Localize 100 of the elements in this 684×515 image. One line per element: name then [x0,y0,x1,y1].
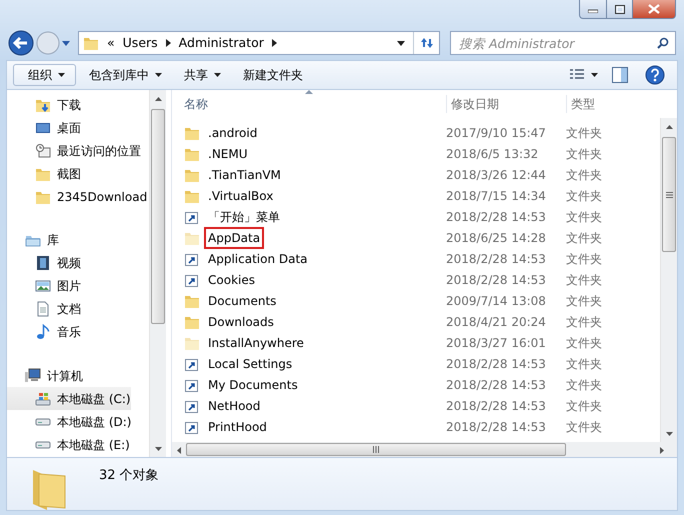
date-cell-text: 2018/3/26 12:44 [446,166,547,184]
chevron-right-icon [166,39,171,47]
file-name[interactable]: .NEMU [204,142,252,164]
date-cell-text: 2018/4/21 20:24 [446,314,547,330]
caret-icon [591,73,598,77]
nav-item[interactable]: 音乐 [7,320,81,344]
nav-item[interactable]: 2345Download [7,185,148,208]
maximize-button[interactable] [606,0,632,19]
file-name[interactable]: NetHood [204,394,264,416]
type-cell-text: 文件夹 [566,398,602,414]
file-name[interactable]: 「开始」菜单 [204,206,284,228]
type-cell-text: 文件夹 [566,292,602,310]
file-name[interactable]: Local Settings [204,352,296,374]
scrollbar-thumb[interactable] [151,109,165,324]
type-cell-text: 文件夹 [566,314,602,330]
date-cell-text: 2009/7/14 13:08 [446,292,547,310]
down-arrow-icon [666,432,672,436]
help-button[interactable] [645,65,665,85]
breadcrumb[interactable]: Users [118,34,162,52]
chevron-right-icon [272,39,277,47]
down-arrow-icon [154,446,162,450]
music-note-icon [35,324,51,340]
type-cell-text: 文件夹 [566,166,602,184]
date-cell-text: 2017/9/10 15:47 [446,124,547,142]
up-arrow-icon [154,96,162,100]
file-name[interactable]: My Documents [204,374,302,396]
nav-item[interactable]: 桌面 [7,116,148,139]
type-cell-text: 文件夹 [566,272,602,288]
type-cell-text: 文件夹 [566,230,602,246]
system-drive-icon [35,390,51,407]
nav-item[interactable]: 计算机 [7,364,132,388]
nav-item[interactable]: 本地磁盘 (E:) [7,433,132,456]
close-icon [648,4,660,14]
minimize-button[interactable] [579,0,606,19]
search-field[interactable]: 搜索 Administrator [450,31,676,55]
date-cell-text: 2018/2/28 14:53 [446,356,547,372]
file-name[interactable]: Downloads [204,310,278,332]
file-name[interactable]: .TianTianVM [204,164,285,186]
date-cell-text: 2018/6/25 14:28 [446,230,547,246]
toolbar-button[interactable]: 组织 [13,64,76,86]
grip-icon [666,192,672,198]
breadcrumb[interactable]: Administrator [174,34,268,52]
toolbar-button[interactable]: 共享 [175,64,230,86]
item-count: 32 个对象 [99,467,159,485]
breadcrumb-overflow[interactable]: « [103,34,119,52]
preview-pane-button[interactable] [611,66,629,84]
drive-icon [35,418,51,426]
film-icon [35,255,51,272]
file-name[interactable]: PrintHood [204,416,271,438]
file-name[interactable]: .android [204,122,262,144]
maximize-icon [614,4,624,14]
toolbar-button[interactable]: 包含到库中 [80,64,171,86]
back-button[interactable] [8,30,34,56]
file-name[interactable]: InstallAnywhere [204,332,308,354]
column-header[interactable]: 类型 [566,95,595,113]
date-cell-text: 2018/7/15 14:34 [446,188,547,204]
date-cell-text: 2018/3/27 16:01 [446,334,547,352]
nav-item[interactable]: 视频 [7,252,81,275]
type-cell-text: 文件夹 [566,250,602,268]
scrollbar-thumb[interactable] [186,443,566,456]
file-name[interactable]: Application Data [204,248,312,270]
scrollbar-thumb[interactable] [662,137,676,252]
caret-icon [58,73,65,77]
address-bar[interactable]: « Users Administrator [78,31,440,55]
nav-item[interactable]: 最近访问的位置 [7,139,148,162]
search-icon [657,37,669,49]
computer-icon [25,368,41,384]
date-cell-text: 2018/2/28 14:53 [446,208,547,226]
dropdown-caret-icon[interactable] [397,40,405,46]
date-cell-text: 2018/6/5 13:32 [446,146,540,162]
drive-icon [35,440,51,449]
caret-icon [155,73,162,77]
type-cell-text: 文件夹 [566,376,602,394]
type-cell-text: 文件夹 [566,418,602,436]
type-cell-text: 文件夹 [566,334,602,352]
toolbar-button[interactable]: 新建文件夹 [234,64,312,86]
type-cell-text: 文件夹 [566,208,602,226]
right-arrow-icon [660,447,664,454]
file-name[interactable]: Documents [204,290,280,312]
close-button[interactable] [632,0,676,19]
nav-item[interactable]: 本地磁盘 (C:) [7,387,132,410]
recent-pages-caret-icon[interactable] [62,40,70,46]
file-name[interactable]: Cookies [204,268,259,290]
file-name[interactable]: AppData [204,226,264,248]
date-cell-text: 2018/2/28 14:53 [446,250,547,268]
column-header[interactable]: 名称 [184,95,446,113]
nav-item[interactable]: 文档 [7,298,81,321]
nav-item[interactable]: 截图 [7,162,148,185]
nav-item[interactable]: 本地磁盘 (D:) [7,410,132,434]
type-cell-text: 文件夹 [566,124,602,142]
left-arrow-icon [177,447,181,454]
nav-item[interactable]: 库 [7,228,81,252]
file-name[interactable]: .VirtualBox [204,184,278,206]
nav-item[interactable]: 下载 [7,93,148,116]
type-cell-text: 文件夹 [566,188,602,204]
up-arrow-icon [666,124,672,128]
nav-item[interactable]: 图片 [7,274,81,298]
date-cell-text: 2018/2/28 14:53 [446,272,547,288]
type-cell-text: 文件夹 [566,356,602,372]
column-header[interactable]: 修改日期 [446,95,566,113]
